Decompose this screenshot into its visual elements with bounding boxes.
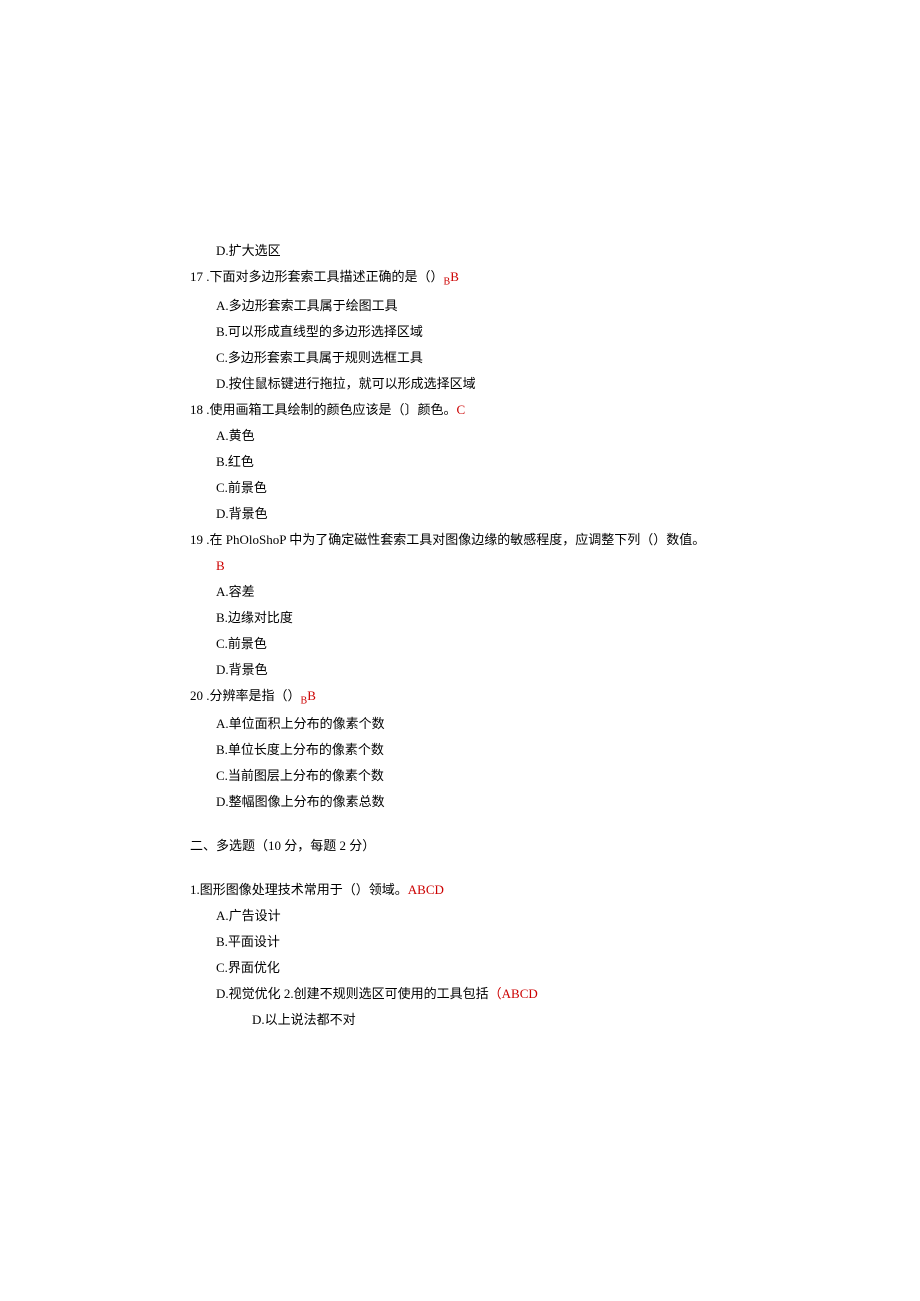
q18-option-b: B.红色 — [216, 449, 830, 475]
q17-number: 17 — [190, 269, 203, 284]
q20-option-b: B.单位长度上分布的像素个数 — [216, 737, 830, 763]
mq1-option-a: A.广告设计 — [216, 903, 830, 929]
q19-option-d: D.背景色 — [216, 657, 830, 683]
q18-answer: C — [457, 402, 466, 417]
q19-answer: B — [216, 553, 830, 579]
mq1-sub-option-d: D.以上说法都不对 — [252, 1007, 830, 1033]
mq1-option-d-paren: （ — [489, 986, 502, 1001]
mq1-line: 1.图形图像处理技术常用于（）领域。ABCD — [190, 877, 830, 903]
section-2-heading: 二、多选题（10 分，每题 2 分） — [190, 833, 830, 859]
q17-option-b: B.可以形成直线型的多边形选择区域 — [216, 319, 830, 345]
q20-text: .分辨率是指（） — [203, 688, 301, 703]
q20-line: 20 .分辨率是指（）BB — [190, 683, 830, 712]
q17-option-a: A.多边形套索工具属于绘图工具 — [216, 293, 830, 319]
mq1-option-d: D.视觉优化 2.创建不规则选区可使用的工具包括（ABCD — [216, 981, 830, 1007]
q20-number: 20 — [190, 688, 203, 703]
q17-answer: B — [450, 269, 459, 284]
q19-option-c: C.前景色 — [216, 631, 830, 657]
q20-option-d: D.整幅图像上分布的像素总数 — [216, 789, 830, 815]
q19-number: 19 — [190, 532, 203, 547]
q18-option-d: D.背景色 — [216, 501, 830, 527]
q18-line: 18 .使用画箱工具绘制的颜色应该是（〕颜色。C — [190, 397, 830, 423]
q20-option-a: A.单位面积上分布的像素个数 — [216, 711, 830, 737]
q17-option-c: C.多边形套索工具属于规则选框工具 — [216, 345, 830, 371]
q19-text: .在 PhOloShoP 中为了确定磁性套索工具对图像边缘的敏感程度，应调整下列… — [203, 532, 705, 547]
q20-answer: B — [307, 688, 316, 703]
q19-line: 19 .在 PhOloShoP 中为了确定磁性套索工具对图像边缘的敏感程度，应调… — [190, 527, 830, 553]
q17-text: .下面对多边形套索工具描述正确的是（） — [203, 269, 444, 284]
mq1-text: 图形图像处理技术常用于（）领域。 — [200, 882, 408, 897]
q18-option-a: A.黄色 — [216, 423, 830, 449]
mq1-option-b: B.平面设计 — [216, 929, 830, 955]
q17-line: 17 .下面对多边形套索工具描述正确的是（）BB — [190, 264, 830, 293]
q16-option-d: D.扩大选区 — [216, 238, 830, 264]
q18-text: .使用画箱工具绘制的颜色应该是（〕颜色。 — [203, 402, 457, 417]
mq1-answer: ABCD — [408, 882, 444, 897]
mq1-option-d-prefix: D.视觉优化 2.创建不规则选区可使用的工具包括 — [216, 986, 489, 1001]
q17-option-d: D.按住鼠标键进行拖拉，就可以形成选择区域 — [216, 371, 830, 397]
q18-option-c: C.前景色 — [216, 475, 830, 501]
q19-option-a: A.容差 — [216, 579, 830, 605]
mq1-option-c: C.界面优化 — [216, 955, 830, 981]
q18-number: 18 — [190, 402, 203, 417]
q19-option-b: B.边缘对比度 — [216, 605, 830, 631]
q20-option-c: C.当前图层上分布的像素个数 — [216, 763, 830, 789]
document-page: D.扩大选区 17 .下面对多边形套索工具描述正确的是（） B B A.多边形套索工… — [0, 0, 920, 1213]
mq1-number: 1. — [190, 882, 200, 897]
mq1-option-d-answer: ABCD — [502, 986, 538, 1001]
